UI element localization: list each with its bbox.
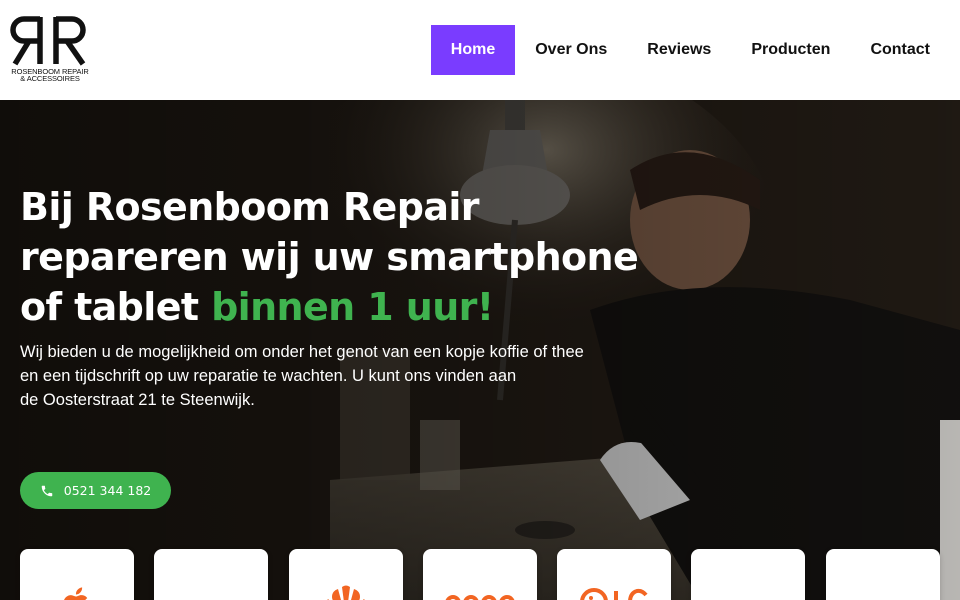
brand-card-huawei[interactable]	[289, 549, 403, 600]
nav-item-over-ons[interactable]: Over Ons	[515, 25, 627, 75]
brand-card-blank[interactable]	[154, 549, 268, 600]
oppo-logo-icon	[445, 595, 515, 600]
logo-text-line2: & ACCESSOIRES	[20, 74, 80, 83]
nav-item-reviews[interactable]: Reviews	[627, 25, 731, 75]
brand-card-apple[interactable]	[20, 549, 134, 600]
huawei-logo-icon	[327, 585, 365, 600]
headline-line-1: Bij Rosenboom Repair	[20, 185, 480, 229]
brand-card-oppo[interactable]	[423, 549, 537, 600]
intro-line-3: de Oosterstraat 21 te Steenwijk.	[20, 391, 255, 409]
rr-monogram-icon	[10, 16, 86, 66]
lg-logo-icon	[580, 588, 648, 600]
site-logo[interactable]: ROSENBOOM REPAIR & ACCESSOIRES	[10, 14, 90, 86]
headline-line-2: repareren wij uw smartphone	[20, 235, 639, 279]
intro-line-1: Wij bieden u de mogelijkheid om onder he…	[20, 343, 584, 361]
brand-card-blank[interactable]	[826, 549, 940, 600]
nav-item-producten[interactable]: Producten	[731, 25, 850, 75]
call-button[interactable]: 0521 344 182	[20, 472, 171, 509]
phone-icon	[41, 485, 52, 496]
apple-logo-icon	[64, 587, 88, 600]
main-nav: Home Over Ons Reviews Producten Contact	[430, 25, 950, 75]
headline-plain-text: of tablet	[20, 285, 212, 329]
headline-highlight: binnen 1 uur!	[211, 285, 494, 329]
headline-line-3: of tablet binnen 1 uur!	[20, 282, 660, 332]
phone-number: 0521 344 182	[63, 483, 152, 498]
hero-section: Bij Rosenboom Repair repareren wij uw sm…	[0, 100, 960, 600]
nav-item-contact[interactable]: Contact	[850, 25, 950, 75]
site-header: ROSENBOOM REPAIR & ACCESSOIRES Home Over…	[0, 0, 960, 100]
nav-item-home[interactable]: Home	[430, 25, 516, 75]
brand-card-lg[interactable]	[557, 549, 671, 600]
brand-card-blank[interactable]	[691, 549, 805, 600]
hero-headline: Bij Rosenboom Repair repareren wij uw sm…	[20, 182, 660, 332]
intro-line-2: en een tijdschrift op uw reparatie te wa…	[20, 367, 517, 385]
hero-intro-text: Wij bieden u de mogelijkheid om onder he…	[20, 340, 660, 412]
